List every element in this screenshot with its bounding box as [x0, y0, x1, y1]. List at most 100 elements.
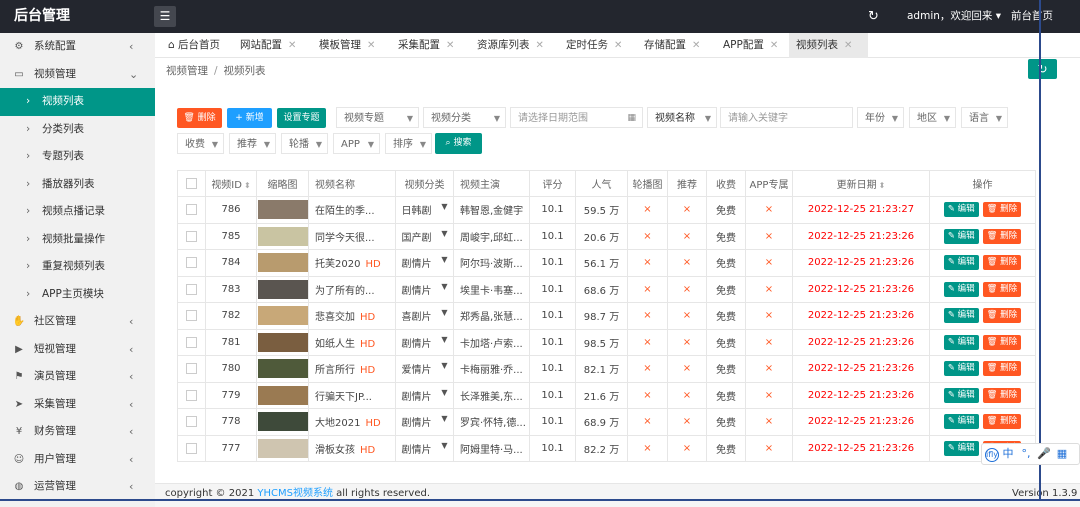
cell-recommend[interactable]: ×	[667, 249, 707, 277]
cell-category[interactable]: 国产剧 ▼	[395, 222, 454, 250]
cell-recommend[interactable]: ×	[667, 328, 707, 356]
sidebar-item-video-list[interactable]: › 视频列表	[0, 88, 155, 116]
cell-app[interactable]: ×	[745, 302, 793, 330]
sidebar-item-actors[interactable]: ⚑ 演员管理 ‹	[0, 363, 155, 391]
keyword-input[interactable]: 请输入关键字	[720, 107, 853, 128]
sidebar-item-short-video[interactable]: ▶ 短视管理 ‹	[0, 336, 155, 364]
cell-carousel[interactable]: ×	[627, 381, 668, 409]
sidebar-item-batch-ops[interactable]: › 视频批量操作	[0, 226, 155, 254]
cell-carousel[interactable]: ×	[627, 408, 668, 436]
delete-button[interactable]: 🗑 删除	[982, 387, 1022, 403]
add-button[interactable]: + 新增	[227, 108, 272, 128]
close-icon[interactable]: ✕	[288, 40, 296, 51]
cell-category[interactable]: 剧情片 ▼	[395, 408, 454, 436]
cell-carousel[interactable]: ×	[627, 434, 668, 462]
menu-fold-icon[interactable]: ☰	[154, 6, 176, 27]
tab-resource-list[interactable]: 资源库列表 ✕	[470, 33, 544, 58]
edit-button[interactable]: ✎ 编辑	[943, 308, 979, 324]
sidebar-item-app-home-module[interactable]: › APP主页模块	[0, 281, 155, 309]
cell-recommend[interactable]: ×	[667, 196, 707, 224]
edit-button[interactable]: ✎ 编辑	[943, 361, 979, 377]
cell-app[interactable]: ×	[745, 408, 793, 436]
close-icon[interactable]: ✕	[844, 40, 852, 51]
row-checkbox[interactable]	[177, 355, 206, 383]
cell-category[interactable]: 剧情片 ▼	[395, 381, 454, 409]
cell-app[interactable]: ×	[745, 328, 793, 356]
cell-category[interactable]: 剧情片 ▼	[395, 328, 454, 356]
sidebar-item-video-manage[interactable]: ▭ 视频管理 ⌄	[0, 61, 155, 89]
cell-app[interactable]: ×	[745, 196, 793, 224]
cell-recommend[interactable]: ×	[667, 355, 707, 383]
tab-template[interactable]: 模板管理 ✕	[312, 33, 375, 58]
cell-recommend[interactable]: ×	[667, 275, 707, 303]
close-icon[interactable]: ✕	[446, 40, 454, 51]
recommend-select[interactable]: 推荐 ▼	[229, 133, 276, 154]
grid-icon[interactable]: ▦	[1053, 444, 1071, 464]
topic-select[interactable]: 视频专题 ▼	[336, 107, 419, 128]
microphone-icon[interactable]: 🎤	[1035, 444, 1053, 464]
app-select[interactable]: APP ▼	[333, 133, 380, 154]
edit-button[interactable]: ✎ 编辑	[943, 202, 979, 218]
cell-recommend[interactable]: ×	[667, 434, 707, 462]
batch-delete-button[interactable]: 🗑 删除	[177, 108, 222, 128]
edit-button[interactable]: ✎ 编辑	[943, 255, 979, 271]
close-icon[interactable]: ✕	[770, 40, 778, 51]
ime-lang[interactable]: 中	[999, 444, 1017, 464]
tab-collect-config[interactable]: 采集配置 ✕	[391, 33, 454, 58]
tab-cron[interactable]: 定时任务 ✕	[559, 33, 622, 58]
edit-button[interactable]: ✎ 编辑	[943, 334, 979, 350]
cell-carousel[interactable]: ×	[627, 249, 668, 277]
field-select[interactable]: 视频名称 ▼	[647, 107, 717, 128]
cell-carousel[interactable]: ×	[627, 222, 668, 250]
cell-app[interactable]: ×	[745, 381, 793, 409]
delete-button[interactable]: 🗑 删除	[982, 361, 1022, 377]
edit-button[interactable]: ✎ 编辑	[943, 281, 979, 297]
select-all-checkbox[interactable]	[177, 170, 206, 197]
row-checkbox[interactable]	[177, 434, 206, 462]
row-checkbox[interactable]	[177, 275, 206, 303]
tab-home[interactable]: ⌂ 后台首页	[161, 33, 220, 58]
sidebar-item-system-config[interactable]: ⚙ 系统配置 ‹	[0, 33, 155, 61]
sort-select[interactable]: 排序 ▼	[385, 133, 432, 154]
region-select[interactable]: 地区 ▼	[909, 107, 956, 128]
cell-carousel[interactable]: ×	[627, 196, 668, 224]
tab-app-config[interactable]: APP配置 ✕	[716, 33, 778, 58]
edit-button[interactable]: ✎ 编辑	[943, 440, 979, 456]
row-checkbox[interactable]	[177, 328, 206, 356]
col-id[interactable]: 视频ID ⬍	[205, 170, 257, 197]
close-icon[interactable]: ✕	[367, 40, 375, 51]
ime-punct[interactable]: °,	[1017, 444, 1035, 464]
tab-video-list[interactable]: 视频列表 ✕	[789, 33, 868, 58]
language-select[interactable]: 语言 ▼	[961, 107, 1008, 128]
carousel-select[interactable]: 轮播 ▼	[281, 133, 328, 154]
cell-carousel[interactable]: ×	[627, 302, 668, 330]
sidebar-item-operations[interactable]: ◍ 运营管理 ‹	[0, 473, 155, 501]
user-menu[interactable]: admin，欢迎回来 ▾	[907, 0, 1001, 33]
sidebar-item-collect[interactable]: ➤ 采集管理 ‹	[0, 391, 155, 419]
sidebar-item-play-records[interactable]: › 视频点播记录	[0, 198, 155, 226]
edit-button[interactable]: ✎ 编辑	[943, 387, 979, 403]
sidebar-item-users[interactable]: ☺ 用户管理 ‹	[0, 446, 155, 474]
row-checkbox[interactable]	[177, 302, 206, 330]
cell-category[interactable]: 喜剧片 ▼	[395, 302, 454, 330]
cell-app[interactable]: ×	[745, 275, 793, 303]
sidebar-item-topic-list[interactable]: › 专题列表	[0, 143, 155, 171]
sidebar-item-duplicate-list[interactable]: › 重复视频列表	[0, 253, 155, 281]
close-icon[interactable]: ✕	[614, 40, 622, 51]
sidebar-item-player-list[interactable]: › 播放器列表	[0, 171, 155, 199]
search-button[interactable]: ⌕ 搜索	[435, 133, 482, 154]
cell-carousel[interactable]: ×	[627, 328, 668, 356]
year-select[interactable]: 年份 ▼	[857, 107, 904, 128]
delete-button[interactable]: 🗑 删除	[982, 228, 1022, 244]
row-checkbox[interactable]	[177, 381, 206, 409]
cell-recommend[interactable]: ×	[667, 408, 707, 436]
edit-button[interactable]: ✎ 编辑	[943, 228, 979, 244]
tab-storage[interactable]: 存储配置 ✕	[637, 33, 700, 58]
sidebar-item-finance[interactable]: ¥ 财务管理 ‹	[0, 418, 155, 446]
category-select[interactable]: 视频分类 ▼	[423, 107, 506, 128]
sidebar-item-community[interactable]: ✋ 社区管理 ‹	[0, 308, 155, 336]
set-topic-button[interactable]: 设置专题	[277, 108, 326, 128]
cell-app[interactable]: ×	[745, 222, 793, 250]
close-icon[interactable]: ✕	[692, 40, 700, 51]
cell-carousel[interactable]: ×	[627, 355, 668, 383]
